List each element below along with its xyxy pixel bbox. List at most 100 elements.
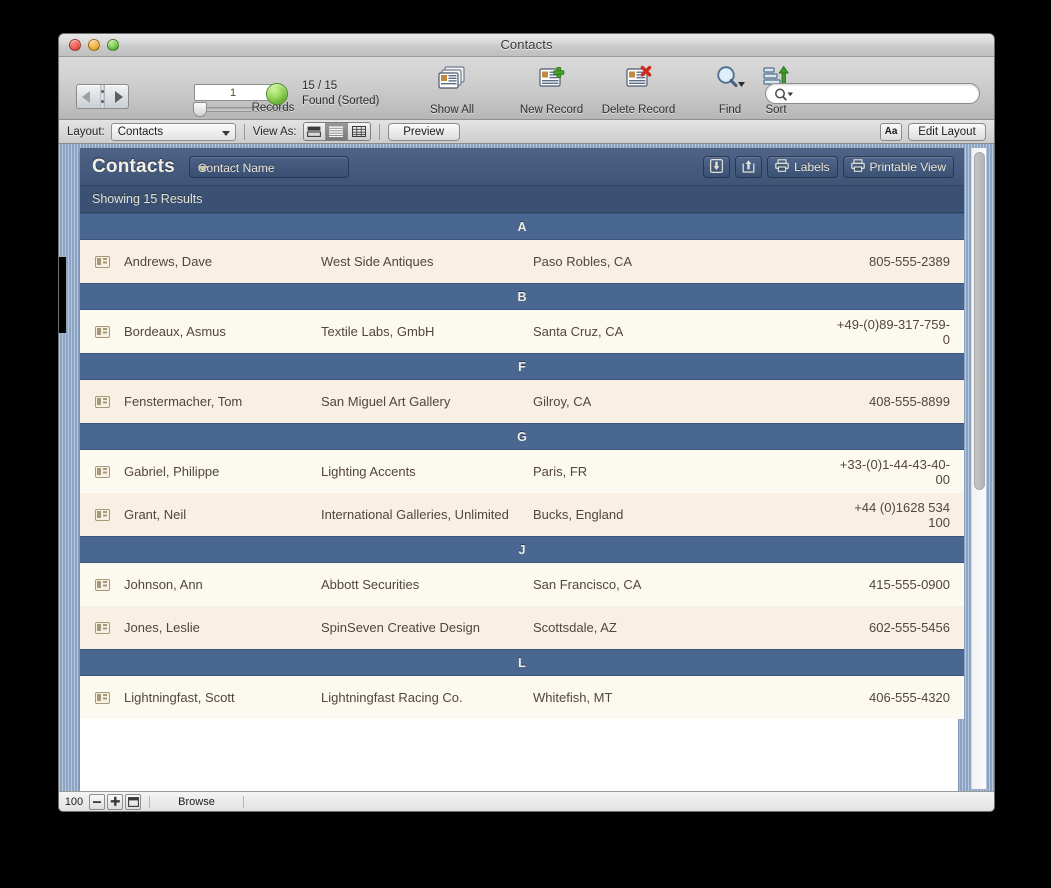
letter-group-header: B — [80, 283, 964, 310]
contacts-list: A Andrews, Dave West Side Antiques Paso Rob… — [80, 213, 964, 719]
status-bar: 100 Browse — [59, 791, 994, 811]
delete-record-label: Delete Record — [601, 104, 676, 116]
zoom-in-button[interactable] — [107, 793, 123, 810]
main-toolbar: 1 Records 15 / 15 Found (Sorted) Show Al… — [59, 57, 994, 120]
contact-phone: 408-555-8899 — [869, 394, 950, 409]
scrollbar-thumb[interactable] — [974, 152, 985, 490]
zoom-out-button[interactable] — [89, 793, 105, 810]
record-detail-icon[interactable] — [94, 395, 110, 408]
mode-label: Browse — [149, 795, 244, 808]
contact-city: Whitefish, MT — [533, 690, 613, 705]
divider — [378, 123, 380, 140]
divider — [243, 123, 245, 140]
delete-record-icon — [624, 65, 654, 96]
contact-name: Andrews, Dave — [124, 254, 213, 269]
view-mode-form[interactable] — [303, 123, 326, 140]
record-cell — [80, 465, 124, 478]
contact-name: Lightningfast, Scott — [124, 690, 235, 705]
show-all-label: Show All — [429, 104, 475, 116]
layout-page: Contacts Contact Name Labels Printable V… — [80, 148, 964, 791]
labels-button[interactable]: Labels — [767, 156, 838, 178]
record-detail-icon[interactable] — [94, 578, 110, 591]
printer-icon — [850, 159, 865, 175]
page-title: Contacts — [92, 155, 175, 177]
found-count-line2: Found (Sorted) — [302, 95, 380, 107]
preview-button[interactable]: Preview — [387, 122, 460, 141]
record-slider-thumb[interactable] — [193, 102, 207, 117]
content-area: Contacts Contact Name Labels Printable V… — [59, 144, 994, 791]
view-as-group[interactable] — [302, 122, 371, 141]
sort-field-select[interactable]: Contact Name — [188, 155, 349, 178]
next-record-icon[interactable] — [115, 90, 123, 103]
view-as-label: View As: — [252, 125, 297, 138]
record-detail-icon[interactable] — [94, 465, 110, 478]
record-detail-icon[interactable] — [94, 691, 110, 704]
import-icon — [710, 158, 724, 176]
table-row[interactable]: Andrews, Dave West Side Antiques Paso Robl… — [80, 240, 964, 283]
zoom-level: 100 — [64, 795, 84, 808]
table-row[interactable]: Lightningfast, Scott Lightningfast Racing… — [80, 676, 964, 719]
layout-label: Layout: — [67, 125, 105, 138]
contact-name: Grant, Neil — [124, 507, 187, 522]
contact-company: Abbott Securities — [321, 577, 420, 592]
record-detail-icon[interactable] — [94, 325, 110, 338]
contact-company: SpinSeven Creative Design — [321, 620, 480, 635]
contact-company: Textile Labs, GmbH — [321, 324, 435, 339]
panel-actions: Labels Printable View — [703, 156, 954, 178]
printable-view-button[interactable]: Printable View — [842, 156, 954, 178]
table-row[interactable]: Jones, Leslie SpinSeven Creative Design Sc… — [80, 606, 964, 649]
find-icon — [713, 65, 747, 96]
letter-group-label: F — [518, 359, 526, 374]
previous-record-icon[interactable] — [82, 90, 90, 103]
record-navigation[interactable] — [76, 84, 129, 109]
table-row[interactable]: Bordeaux, Asmus Textile Labs, GmbH Santa C… — [80, 310, 964, 353]
record-detail-icon[interactable] — [94, 621, 110, 634]
window-title: Contacts — [500, 37, 553, 52]
table-row[interactable]: Fenstermacher, Tom San Miguel Art Gallery… — [80, 380, 964, 423]
record-number-input[interactable]: 1 — [194, 84, 272, 101]
contact-name: Gabriel, Philippe — [124, 464, 220, 479]
record-cell — [80, 255, 124, 268]
table-row[interactable]: Johnson, Ann Abbott Securities San Francis… — [80, 563, 964, 606]
panel-header: Contacts Contact Name Labels Printable V… — [80, 148, 964, 186]
printer-icon — [775, 159, 789, 175]
letter-group-label: A — [517, 219, 527, 234]
window-toggle-icon — [127, 796, 139, 807]
layout-select[interactable]: Contacts — [110, 122, 236, 141]
show-all-button[interactable]: Show All — [409, 57, 495, 120]
view-mode-list[interactable] — [325, 123, 348, 140]
delete-record-button[interactable]: Delete Record — [586, 57, 691, 120]
contact-phone: +44 (0)1628 534 100 — [854, 499, 950, 530]
vertical-scrollbar[interactable] — [971, 148, 986, 789]
table-row[interactable]: Gabriel, Philippe Lighting Accents Paris, … — [80, 450, 964, 493]
record-detail-icon[interactable] — [94, 508, 110, 521]
toggle-status-area-button[interactable] — [125, 793, 141, 810]
edit-layout-button[interactable]: Edit Layout — [908, 122, 986, 141]
contact-company: West Side Antiques — [321, 254, 434, 269]
record-cell — [80, 691, 124, 704]
letter-group-label: G — [517, 429, 527, 444]
export-button[interactable] — [735, 156, 763, 178]
show-all-icon — [437, 65, 467, 96]
printable-view-label: Printable View — [869, 160, 947, 174]
contact-name: Johnson, Ann — [124, 577, 203, 592]
contact-city: Gilroy, CA — [533, 394, 592, 409]
contact-company: International Galleries, Unlimited — [321, 507, 509, 522]
contact-company: San Miguel Art Gallery — [321, 394, 451, 409]
letter-group-header: G — [80, 423, 964, 450]
letter-group-header: A — [80, 213, 964, 240]
record-cell — [80, 325, 124, 338]
book-spine-icon — [100, 85, 105, 108]
record-detail-icon[interactable] — [94, 255, 110, 268]
desktop-background: Contacts 1 Records 15 / 15 Found (Sorted… — [0, 0, 1051, 888]
view-mode-table[interactable] — [347, 123, 370, 140]
record-cell — [80, 395, 124, 408]
search-input[interactable] — [765, 83, 980, 104]
text-format-button[interactable]: Aa — [880, 122, 902, 141]
import-button[interactable] — [703, 156, 731, 178]
contact-phone: 406-555-4320 — [869, 690, 950, 705]
plus-icon — [110, 796, 120, 806]
letter-group-label: B — [517, 289, 527, 304]
table-row[interactable]: Grant, Neil International Galleries, Unli… — [80, 493, 964, 536]
app-window: Contacts 1 Records 15 / 15 Found (Sorted… — [58, 33, 995, 812]
